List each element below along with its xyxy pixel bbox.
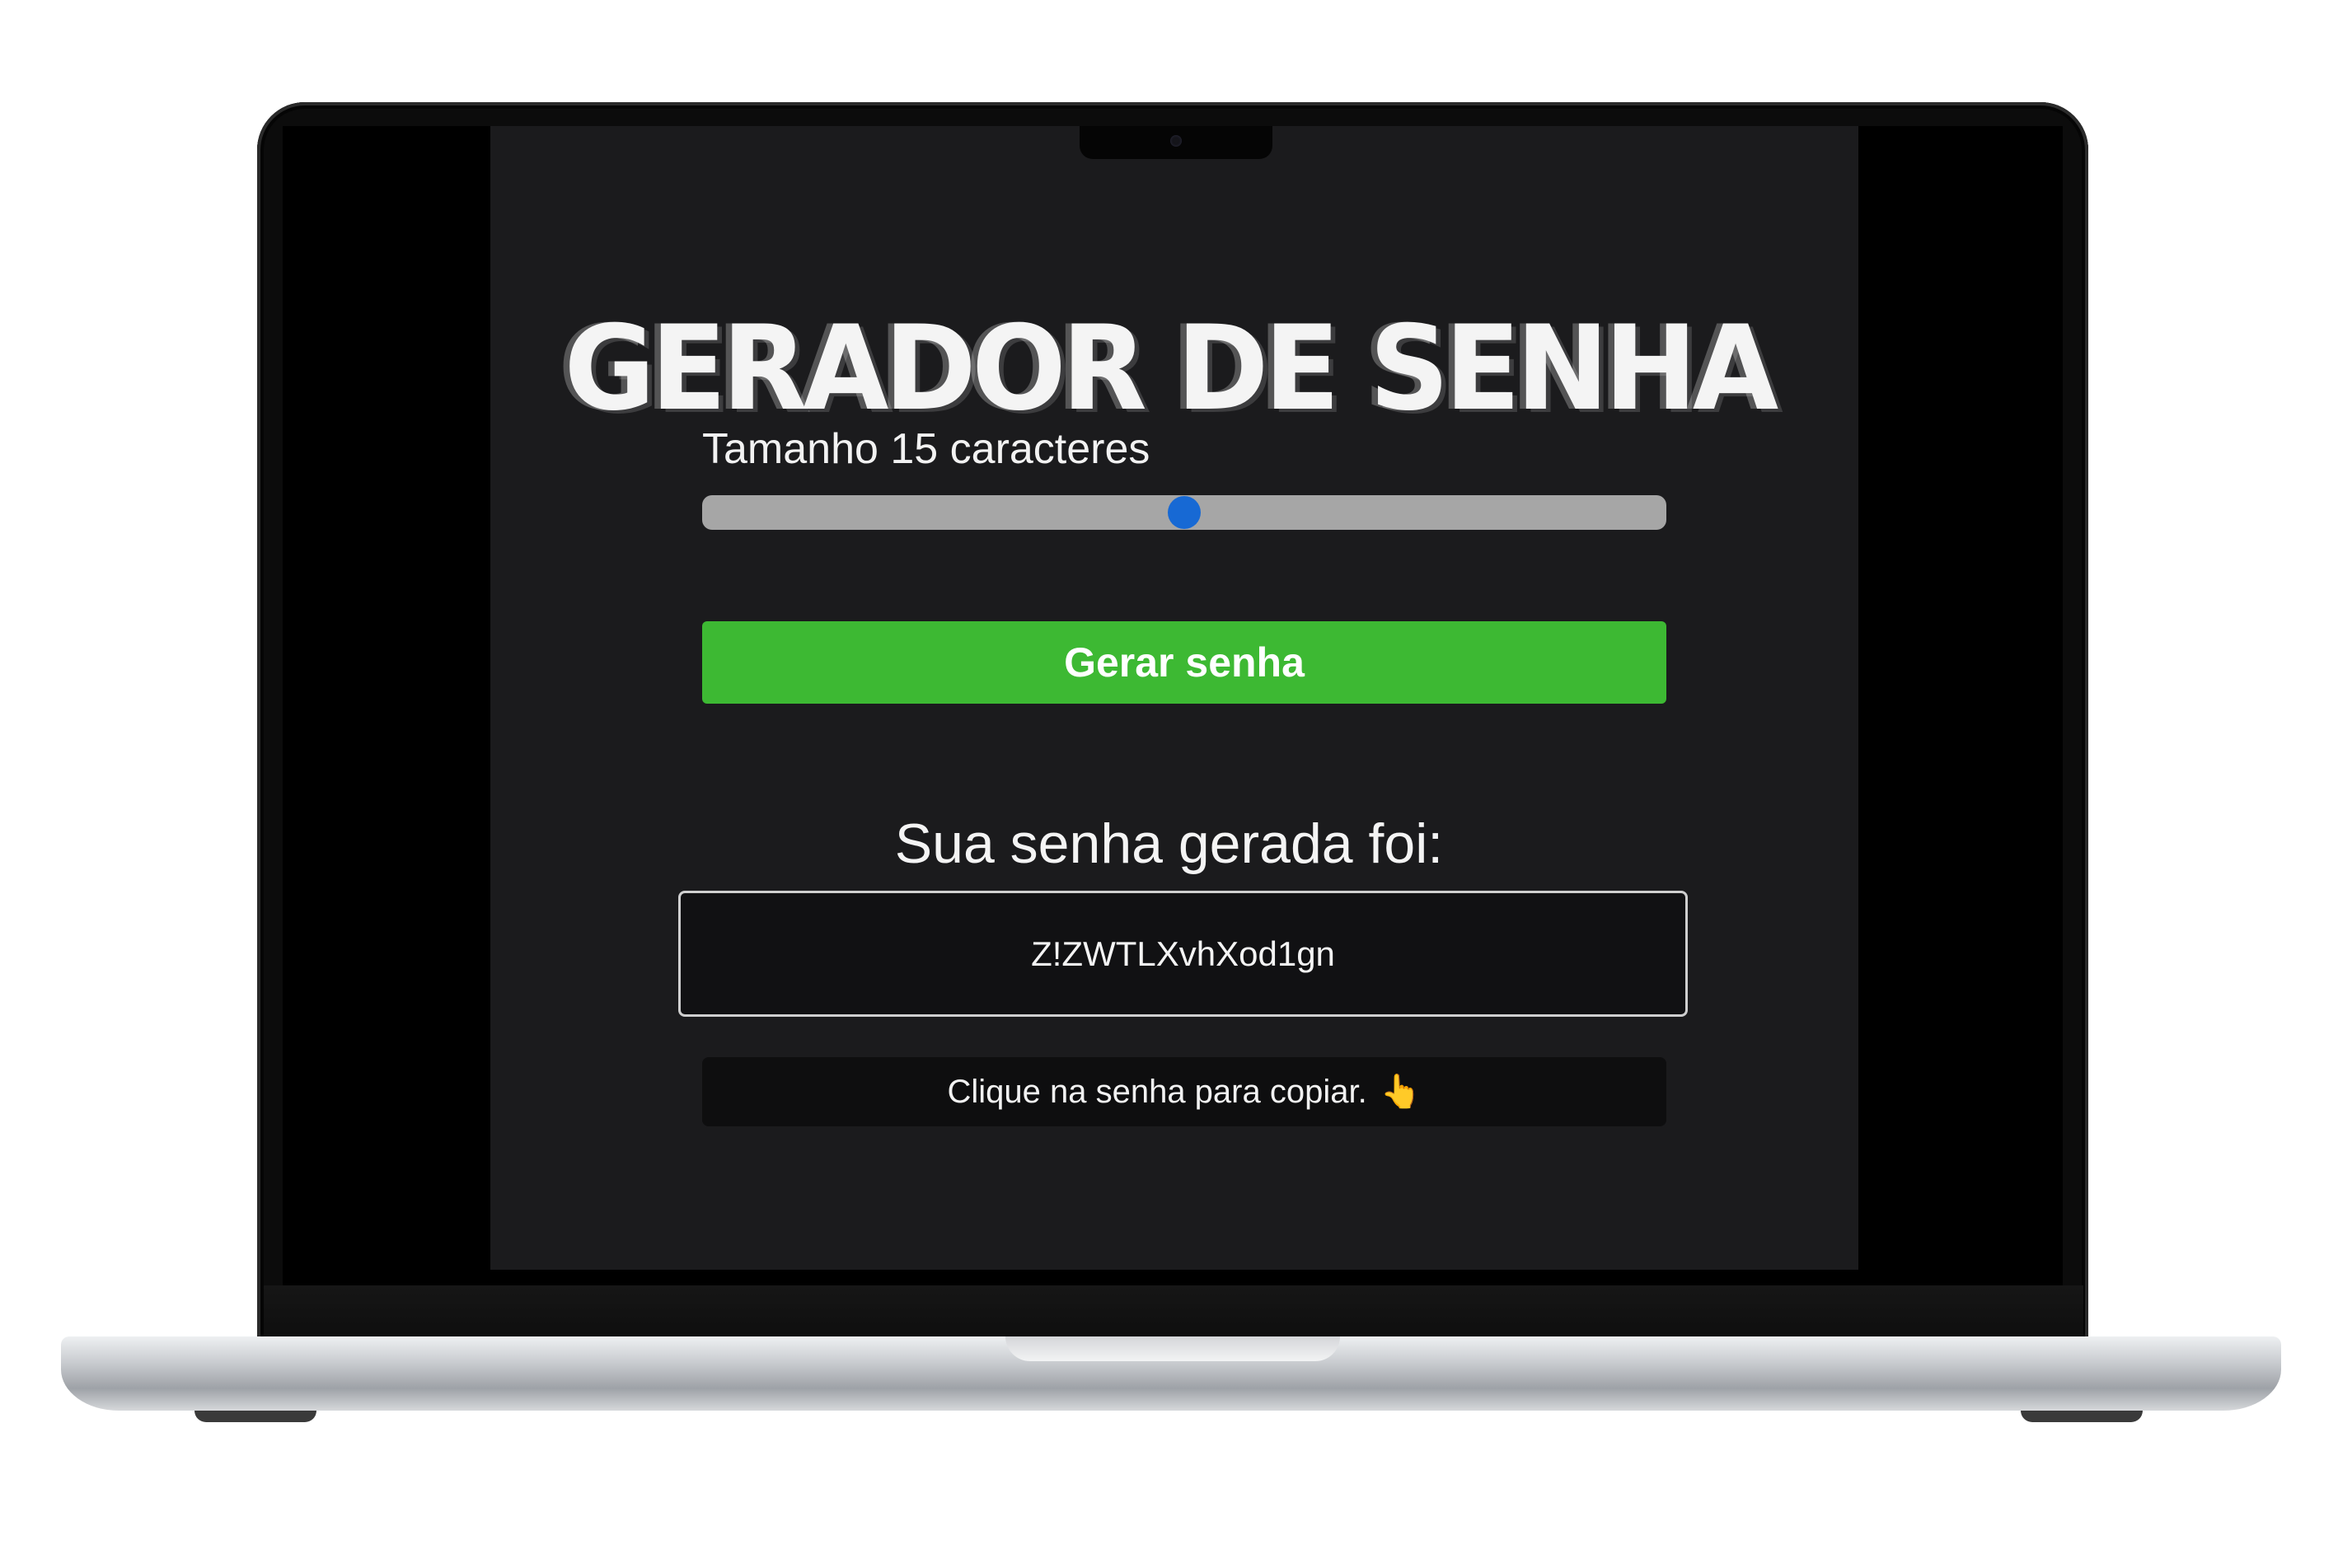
laptop-bezel-bottom xyxy=(264,1285,2083,1341)
laptop-foot-right xyxy=(2021,1411,2143,1422)
page-title: GERADOR DE SENHA xyxy=(564,301,1778,438)
generate-password-button[interactable]: Gerar senha xyxy=(702,621,1666,704)
result-heading: Sua senha gerada foi: xyxy=(894,812,1444,875)
generated-password-field[interactable]: Z!ZWTLXvhXod1gn xyxy=(678,891,1688,1017)
laptop-foot-left xyxy=(194,1411,316,1422)
length-label: Tamanho 15 caracteres xyxy=(702,425,1150,473)
pointing-hand-icon: 👆 xyxy=(1380,1073,1422,1111)
slider-thumb[interactable] xyxy=(1168,496,1201,529)
camera-icon xyxy=(1170,135,1182,147)
laptop-mockup: GERADOR DE SENHA Tamanho 15 caracteres G… xyxy=(0,0,2338,1568)
copy-hint-text: Clique na senha para copiar. xyxy=(947,1074,1367,1110)
laptop-opening-notch xyxy=(1005,1336,1340,1361)
copy-hint: Clique na senha para copiar. 👆 xyxy=(702,1057,1666,1126)
